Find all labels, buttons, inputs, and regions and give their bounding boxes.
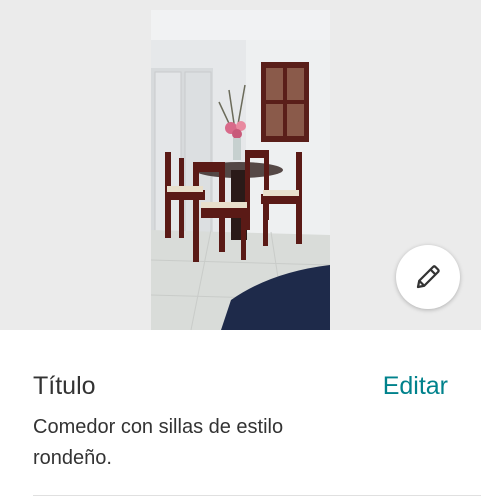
- pencil-icon: [416, 265, 440, 289]
- edit-photo-button[interactable]: [396, 245, 460, 309]
- edit-title-link[interactable]: Editar: [383, 372, 448, 401]
- divider: [33, 495, 481, 496]
- listing-title-text: Comedor con sillas de estilo rondeño.: [33, 416, 284, 469]
- listing-photo[interactable]: [151, 10, 330, 330]
- photo-area: [0, 0, 481, 330]
- title-section-heading: Título: [33, 372, 96, 400]
- dining-room-photo: [151, 10, 330, 330]
